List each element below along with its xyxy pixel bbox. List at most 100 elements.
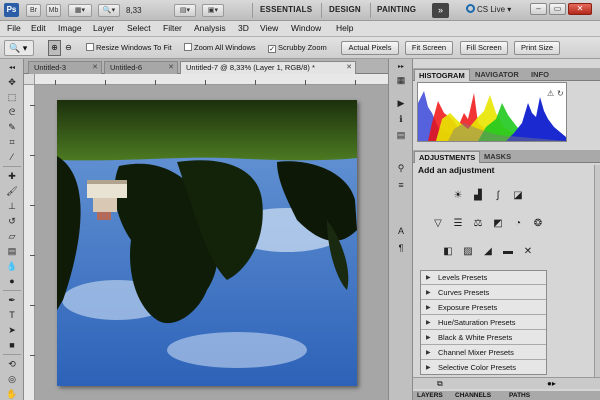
hand-tool-icon[interactable]: ✋ xyxy=(3,387,21,400)
fit-screen-button[interactable]: Fit Screen xyxy=(405,41,453,55)
posterize-icon[interactable]: ▨ xyxy=(461,245,475,258)
3d-rotate-tool-icon[interactable]: ⟲ xyxy=(3,357,21,371)
spot-healing-tool-icon[interactable]: ✚ xyxy=(3,169,21,183)
refresh-icon[interactable]: ↻ xyxy=(557,89,566,98)
minimize-button[interactable]: – xyxy=(530,3,547,15)
workspace-essentials[interactable]: ESSENTIALS xyxy=(260,5,312,14)
document-canvas-image[interactable] xyxy=(57,100,357,386)
levels-icon[interactable]: ▟ xyxy=(471,189,485,202)
brush-tool-icon[interactable]: 🖌 xyxy=(3,184,21,198)
tab-masks[interactable]: MASKS xyxy=(480,151,515,163)
swatches-panel-icon[interactable]: ▤ xyxy=(394,129,408,142)
quick-selection-tool-icon[interactable]: ✎ xyxy=(3,120,21,134)
menu-image[interactable]: Image xyxy=(58,23,82,33)
bridge-button[interactable]: Br xyxy=(26,4,41,17)
tab-info[interactable]: INFO xyxy=(527,69,553,81)
shape-tool-icon[interactable]: ■ xyxy=(3,338,21,352)
history-panel-icon[interactable]: ▦ xyxy=(394,74,408,87)
preset-channel-mixer[interactable]: ▶ Channel Mixer Presets xyxy=(421,346,546,360)
marquee-tool-icon[interactable]: ⬚ xyxy=(3,90,21,104)
menu-3d[interactable]: 3D xyxy=(238,23,249,33)
screen-mode-button[interactable]: ▣▾ xyxy=(202,4,224,17)
threshold-icon[interactable]: ◢ xyxy=(481,245,495,258)
mini-bridge-button[interactable]: Mb xyxy=(46,4,61,17)
tab-untitled-3[interactable]: Untitled-3 ✕ xyxy=(28,61,102,74)
channel-mixer-icon[interactable]: ❂ xyxy=(531,217,545,230)
clone-source-icon[interactable]: ≡ xyxy=(394,179,408,192)
zoom-level-button[interactable]: 🔍▾ xyxy=(98,4,120,17)
eraser-tool-icon[interactable]: ▱ xyxy=(3,229,21,243)
crop-tool-icon[interactable]: ⌗ xyxy=(3,135,21,149)
tab-histogram[interactable]: HISTOGRAM xyxy=(414,69,470,81)
expand-panels-icon[interactable]: ▸▸ xyxy=(394,61,408,74)
zoom-level-value[interactable]: 8,33 xyxy=(126,4,166,17)
gradient-map-icon[interactable]: ▬ xyxy=(501,245,515,258)
tool-presets-icon[interactable]: ⚲ xyxy=(394,162,408,175)
tab-paths[interactable]: PATHS xyxy=(509,391,530,400)
close-tab-icon[interactable]: ✕ xyxy=(346,62,352,74)
tab-layers[interactable]: LAYERS xyxy=(417,391,443,400)
workspace-painting[interactable]: PAINTING xyxy=(377,5,416,14)
vibrance-icon[interactable]: ▽ xyxy=(431,217,445,230)
pen-tool-icon[interactable]: ✒ xyxy=(3,293,21,307)
preset-curves[interactable]: ▶ Curves Presets xyxy=(421,286,546,300)
tab-channels[interactable]: CHANNELS xyxy=(455,391,491,400)
path-selection-tool-icon[interactable]: ➤ xyxy=(3,323,21,337)
arrange-documents-button[interactable]: ▤▾ xyxy=(174,4,196,17)
info-panel-icon[interactable]: ℹ xyxy=(394,113,408,126)
ruler-origin[interactable] xyxy=(24,74,35,85)
menu-analysis[interactable]: Analysis xyxy=(194,23,226,33)
eyedropper-tool-icon[interactable]: ⁄ xyxy=(3,150,21,164)
move-tool-icon[interactable]: ✥ xyxy=(3,75,21,89)
tab-untitled-7[interactable]: Untitled-7 @ 8,33% (Layer 1, RGB/8) * ✕ xyxy=(180,61,356,74)
adjustments-scrollbar[interactable] xyxy=(594,165,600,380)
menu-edit[interactable]: Edit xyxy=(31,23,46,33)
horizontal-ruler[interactable] xyxy=(35,74,413,85)
preset-levels[interactable]: ▶ Levels Presets xyxy=(421,271,546,285)
menu-view[interactable]: View xyxy=(260,23,278,33)
type-tool-icon[interactable]: T xyxy=(3,308,21,322)
cache-warning-icon[interactable]: ⚠ xyxy=(547,89,556,98)
cs-live-button[interactable]: CS Live ▾ xyxy=(466,4,511,14)
menu-layer[interactable]: Layer xyxy=(93,23,114,33)
collapse-panel-icon[interactable]: ◂◂ xyxy=(3,61,21,75)
workspace-design[interactable]: DESIGN xyxy=(329,5,361,14)
menu-select[interactable]: Select xyxy=(127,23,151,33)
menu-help[interactable]: Help xyxy=(336,23,353,33)
tab-adjustments[interactable]: ADJUSTMENTS xyxy=(414,151,481,163)
menu-filter[interactable]: Filter xyxy=(163,23,182,33)
actions-panel-icon[interactable]: ▶ xyxy=(394,97,408,110)
color-balance-icon[interactable]: ⚖ xyxy=(471,217,485,230)
clip-to-layer-icon[interactable]: ●▸ xyxy=(547,379,556,388)
clone-stamp-tool-icon[interactable]: ⊥ xyxy=(3,199,21,213)
gradient-tool-icon[interactable]: ▤ xyxy=(3,244,21,258)
preset-black-white[interactable]: ▶ Black & White Presets xyxy=(421,331,546,345)
tab-navigator[interactable]: NAVIGATOR xyxy=(471,69,523,81)
zoom-in-button[interactable]: ⊕ xyxy=(48,40,61,56)
preset-exposure[interactable]: ▶ Exposure Presets xyxy=(421,301,546,315)
fill-screen-button[interactable]: Fill Screen xyxy=(460,41,508,55)
history-brush-tool-icon[interactable]: ↺ xyxy=(3,214,21,228)
close-tab-icon[interactable]: ✕ xyxy=(168,62,174,74)
resize-windows-checkbox[interactable]: Resize Windows To Fit xyxy=(86,43,172,52)
vertical-ruler[interactable] xyxy=(24,85,35,400)
tab-untitled-6[interactable]: Untitled-6 ✕ xyxy=(104,61,178,74)
preset-hue-saturation[interactable]: ▶ Hue/Saturation Presets xyxy=(421,316,546,330)
selective-color-icon[interactable]: ✕ xyxy=(521,245,535,258)
scrubby-zoom-checkbox[interactable]: ✓ Scrubby Zoom xyxy=(268,43,327,53)
invert-icon[interactable]: ◧ xyxy=(441,245,455,258)
lasso-tool-icon[interactable]: ᘓ xyxy=(3,105,21,119)
menu-file[interactable]: File xyxy=(7,23,21,33)
paragraph-panel-icon[interactable]: ¶ xyxy=(394,242,408,255)
blur-tool-icon[interactable]: 💧 xyxy=(3,259,21,273)
close-tab-icon[interactable]: ✕ xyxy=(92,62,98,74)
zoom-all-windows-checkbox[interactable]: Zoom All Windows xyxy=(184,43,256,52)
brightness-contrast-icon[interactable]: ☀ xyxy=(451,189,465,202)
zoom-out-button[interactable]: ⊖ xyxy=(62,40,75,56)
menu-window[interactable]: Window xyxy=(291,23,321,33)
dodge-tool-icon[interactable]: ● xyxy=(3,274,21,288)
photo-filter-icon[interactable]: ◔ xyxy=(511,217,525,230)
character-panel-icon[interactable]: A xyxy=(394,225,408,238)
view-extras-button[interactable]: ▦▾ xyxy=(68,4,92,17)
preset-selective-color[interactable]: ▶ Selective Color Presets xyxy=(421,361,546,375)
